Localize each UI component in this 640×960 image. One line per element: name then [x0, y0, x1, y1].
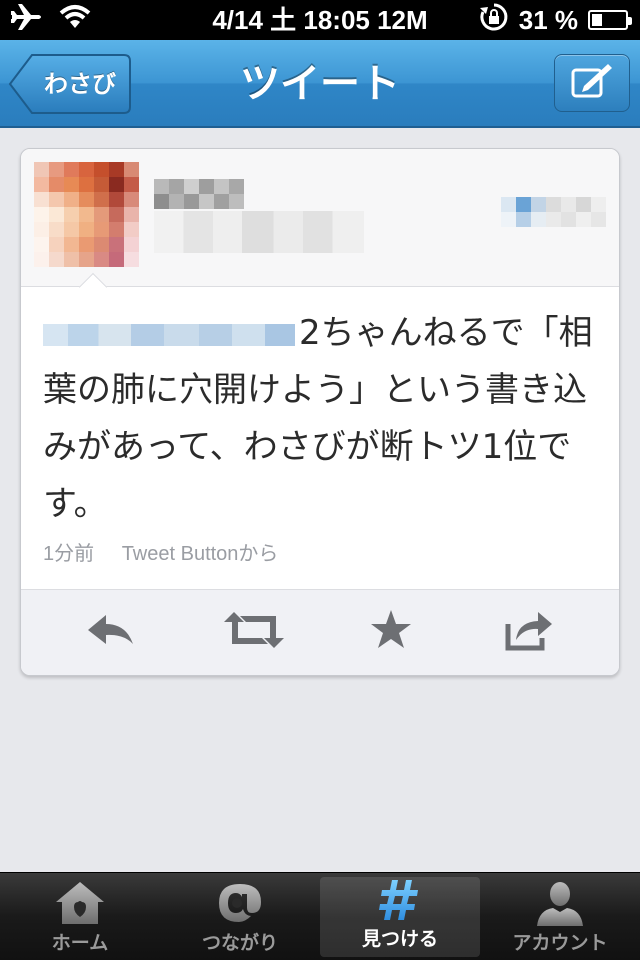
at-icon — [215, 880, 265, 926]
tweet-card: 2ちゃんねるで「相葉の肺に穴開けよう」という書き込みがあって、わさびが断トツ1位… — [20, 148, 620, 676]
tab-label: 見つける — [361, 928, 438, 950]
status-bar-right: 31 % — [479, 0, 632, 40]
share-icon — [504, 608, 554, 656]
home-icon — [54, 880, 106, 926]
compose-icon — [570, 62, 614, 104]
retweet-button[interactable] — [224, 610, 284, 654]
hash-icon — [378, 877, 422, 922]
author-name-blurred-row2 — [154, 194, 244, 209]
tweet-meta: 1分前 Tweet Buttonから — [43, 537, 300, 566]
person-icon — [535, 880, 585, 926]
favorite-button[interactable] — [366, 610, 416, 654]
nav-bar: わさび ツイート — [0, 40, 640, 128]
tab-bar: ホーム つながり 見つける アカウント — [0, 872, 640, 960]
share-button[interactable] — [504, 610, 554, 654]
tweet-header[interactable] — [21, 149, 619, 302]
battery-icon — [588, 10, 632, 30]
page-title: ツイート — [240, 61, 400, 107]
tweet-body: 2ちゃんねるで「相葉の肺に穴開けよう」という書き込みがあって、わさびが断トツ1位… — [43, 305, 603, 533]
tweet-source[interactable]: Tweet Buttonから — [122, 543, 279, 565]
tab-home[interactable]: ホーム — [0, 873, 160, 960]
compose-button[interactable] — [554, 54, 630, 112]
tab-connect[interactable]: つながり — [160, 873, 320, 960]
timestamp-blurred — [501, 197, 606, 212]
tab-label: アカウント — [512, 932, 608, 954]
timestamp-blurred-row2 — [501, 212, 606, 227]
tweet-time-ago: 1分前 — [43, 543, 95, 565]
tab-account[interactable]: アカウント — [480, 873, 640, 960]
battery-text: 31 % — [518, 4, 578, 35]
author-handle-blurred — [154, 211, 364, 253]
rotation-lock-icon — [479, 2, 509, 39]
tab-discover[interactable]: 見つける — [320, 877, 480, 957]
battery-fill — [592, 14, 602, 26]
tab-label: ホーム — [51, 932, 109, 954]
avatar[interactable] — [34, 162, 139, 267]
header-notch — [78, 272, 108, 302]
retweet-icon — [224, 610, 284, 654]
star-icon — [369, 609, 413, 655]
reply-button[interactable] — [86, 610, 136, 654]
mention-link-blurred[interactable] — [43, 323, 295, 346]
status-bar: 4/14 土 18:05 12M 31 % — [0, 0, 640, 40]
tweet-actions — [21, 589, 619, 675]
author-name-blurred[interactable] — [154, 179, 244, 194]
reply-icon — [86, 612, 136, 652]
tab-label: つながり — [201, 932, 278, 954]
